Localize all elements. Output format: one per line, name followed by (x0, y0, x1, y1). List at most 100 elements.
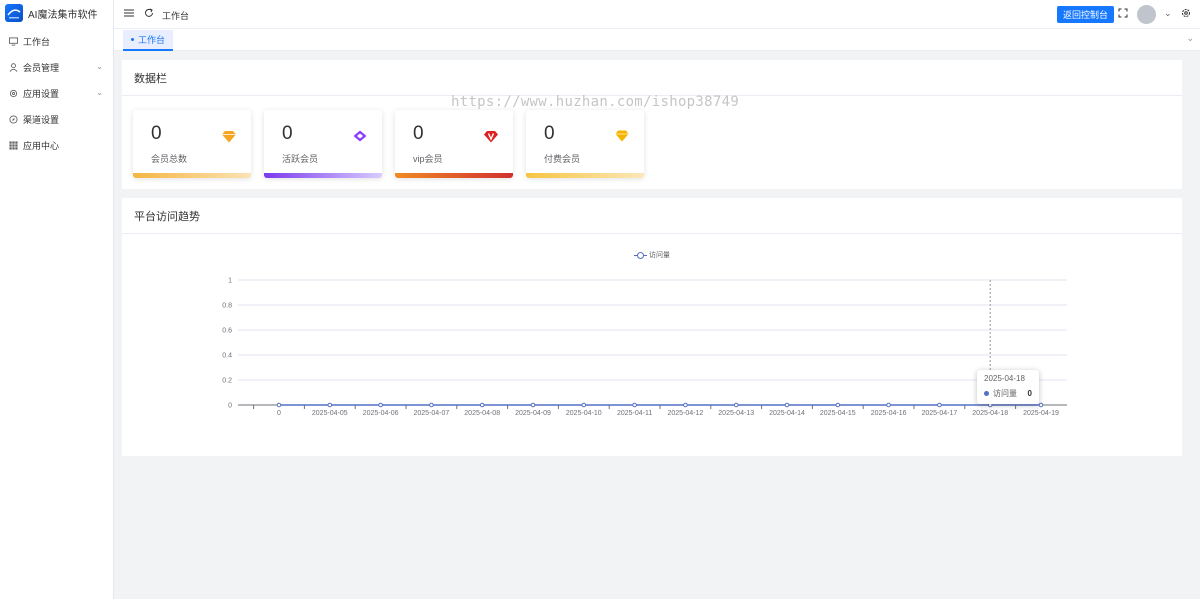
stat-card-bar (395, 173, 513, 178)
data-point (632, 402, 637, 408)
stat-card-total-members[interactable]: 0 会员总数 (133, 110, 251, 178)
compass-icon (9, 114, 18, 124)
diamond-icon (222, 129, 236, 143)
stat-value: 0 (151, 123, 162, 144)
chevron-down-icon: ⌄ (96, 88, 103, 97)
trend-panel-title: 平台访问趋势 (122, 198, 1182, 234)
data-point (530, 402, 536, 408)
line-chart[interactable]: 0 0.2 0.4 0.6 0.8 1 0 2025-04-05 2025-04-06 2025-… (122, 236, 1182, 456)
tab-workbench[interactable]: 工作台 (123, 30, 174, 51)
menu-toggle-icon[interactable] (124, 8, 134, 21)
chart-tooltip: 2025-04-18 访问量 0 (977, 370, 1039, 404)
stat-value: 0 (413, 123, 424, 144)
app-title: AI魔法集市软件 (28, 9, 98, 21)
x-tick-label: 2025-04-14 (769, 410, 805, 417)
y-tick-label: 0.4 (222, 353, 232, 360)
data-point (1038, 402, 1044, 408)
stat-label: 付费会员 (544, 154, 581, 164)
stat-card-paid-members[interactable]: 0 付费会员 (526, 110, 644, 178)
x-tick-label: 2025-04-17 (921, 410, 957, 417)
data-point (784, 402, 790, 408)
data-panel: 数据栏 0 会员总数 0 活跃会员 0 vip会员 0 付费会员 (122, 60, 1182, 189)
tooltip-series-dot-icon (984, 391, 989, 396)
sidebar-item-app-center[interactable]: 应用中心 (0, 132, 113, 158)
y-tick-label: 1 (228, 278, 232, 285)
settings-gear-icon[interactable] (1181, 8, 1191, 21)
stat-card-bar (133, 173, 251, 178)
x-tick-label: 2025-04-16 (871, 410, 907, 417)
refresh-icon[interactable] (144, 8, 154, 21)
sidebar-menu: 工作台 会员管理 ⌄ 应用设置 ⌄ 渠道设置 应用中心 (0, 28, 113, 158)
chevron-down-icon[interactable]: ⌄ (1164, 8, 1172, 19)
breadcrumb[interactable]: 工作台 (162, 9, 189, 22)
user-icon (9, 62, 18, 72)
chart-area: 访问量 0 0.2 0.4 0.6 0.8 1 0 2025-04-05 2025-04-06 2… (122, 236, 1182, 456)
x-tick-label: 0 (277, 410, 281, 417)
y-tick-label: 0.6 (222, 328, 232, 335)
x-tick-label: 2025-04-09 (515, 410, 551, 417)
data-point (683, 402, 688, 408)
app-logo-area[interactable]: AI魔法集市软件 (0, 0, 113, 26)
sidebar-item-label: 渠道设置 (23, 114, 60, 125)
data-point (378, 402, 383, 408)
stat-label: vip会员 (413, 154, 443, 164)
data-point (479, 402, 485, 408)
sidebar-item-label: 工作台 (23, 36, 51, 47)
sidebar-item-label: 应用设置 (23, 88, 60, 99)
avatar[interactable] (1137, 5, 1156, 24)
gear-icon (9, 89, 18, 98)
x-tick-label: 2025-04-12 (667, 410, 703, 417)
stat-card-bar (526, 173, 644, 178)
tooltip-title: 2025-04-18 (984, 374, 1025, 383)
x-tick-label: 2025-04-15 (820, 410, 856, 417)
y-tick-label: 0.8 (222, 303, 232, 310)
data-panel-title: 数据栏 (122, 60, 1182, 96)
sidebar-item-workbench[interactable]: 工作台 (0, 28, 113, 54)
chart-legend[interactable]: 访问量 (634, 250, 670, 260)
sidebar-item-members[interactable]: 会员管理 ⌄ (0, 54, 113, 80)
x-tick-label: 2025-04-08 (464, 410, 500, 417)
y-tick-label: 0.2 (222, 378, 232, 385)
data-point (327, 402, 333, 408)
data-point (276, 402, 282, 408)
stat-value: 0 (544, 123, 555, 144)
grid-icon (9, 140, 18, 150)
data-point (937, 402, 942, 408)
tooltip-series-name: 访问量 (993, 389, 1017, 398)
x-tick-label: 2025-04-07 (413, 410, 449, 417)
app-logo (5, 4, 23, 22)
x-tick-label: 2025-04-19 (1023, 410, 1059, 417)
stat-card-active-members[interactable]: 0 活跃会员 (264, 110, 382, 178)
x-tick-label: 2025-04-06 (363, 410, 399, 417)
vip-icon (484, 129, 498, 143)
back-to-console-button[interactable]: 返回控制台 (1057, 6, 1114, 23)
crown-icon (615, 129, 629, 143)
stat-card-bar (264, 173, 382, 178)
x-tick-label: 2025-04-13 (718, 410, 754, 417)
legend-label: 访问量 (649, 252, 670, 259)
sidebar-item-label: 应用中心 (23, 140, 60, 151)
data-point (429, 402, 434, 408)
x-tick-label: 2025-04-11 (617, 410, 652, 417)
sidebar-item-label: 会员管理 (23, 62, 60, 73)
top-header: 工作台 返回控制台 ⌄ (114, 0, 1200, 29)
stat-label: 活跃会员 (282, 154, 319, 164)
x-tick-label: 2025-04-10 (566, 410, 602, 417)
stat-value: 0 (282, 123, 293, 144)
tab-label: 工作台 (138, 35, 166, 45)
data-point (733, 402, 739, 408)
data-point (886, 402, 891, 408)
stat-card-vip-members[interactable]: 0 vip会员 (395, 110, 513, 178)
gem-icon (353, 129, 367, 143)
fullscreen-icon[interactable] (1118, 8, 1128, 21)
x-tick-label: 2025-04-05 (312, 410, 348, 417)
monitor-icon (9, 36, 18, 46)
legend-line-icon (634, 251, 647, 259)
trend-panel: 平台访问趋势 访问量 0 0.2 0.4 0.6 0.8 1 0 2025-04-05 2025… (122, 198, 1182, 456)
sidebar-item-app-settings[interactable]: 应用设置 ⌄ (0, 80, 113, 106)
tabs-chevron-down-icon[interactable]: ⌄ (1186, 33, 1194, 44)
tab-bar: 工作台 ⌄ (114, 29, 1200, 51)
y-tick-label: 0 (228, 403, 232, 410)
sidebar-item-channel-settings[interactable]: 渠道设置 (0, 106, 113, 132)
data-point (835, 402, 841, 408)
